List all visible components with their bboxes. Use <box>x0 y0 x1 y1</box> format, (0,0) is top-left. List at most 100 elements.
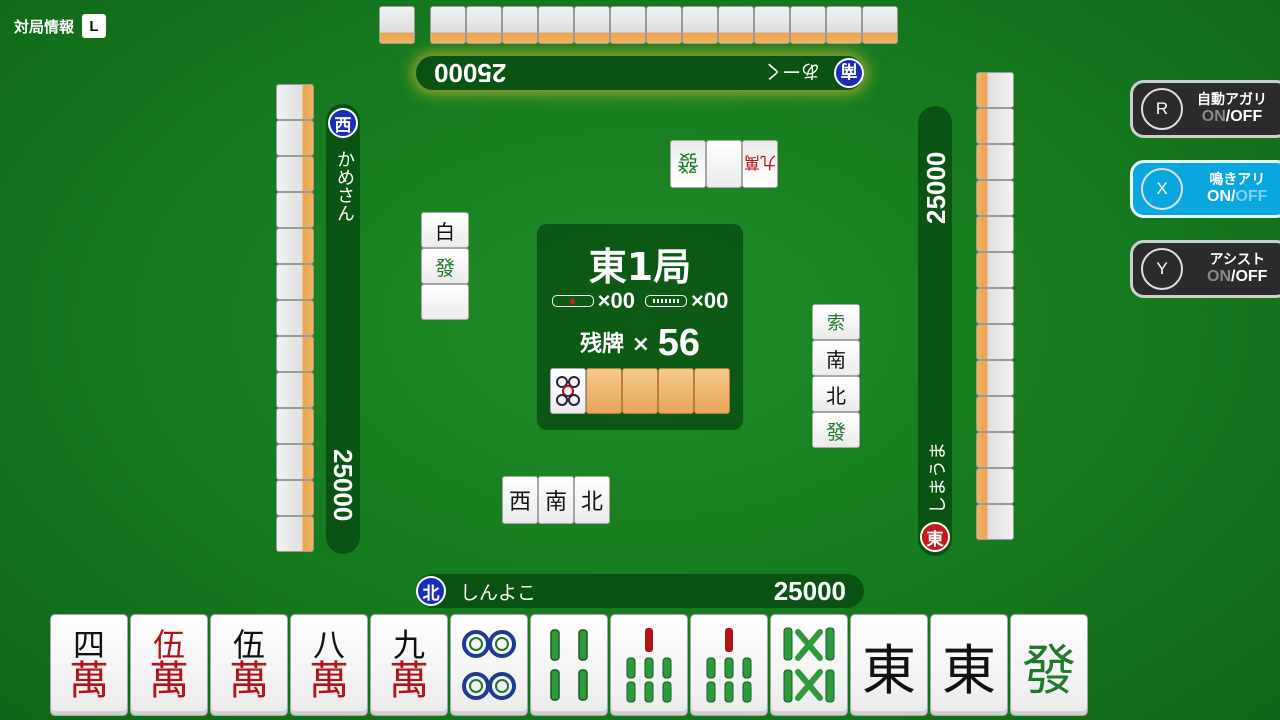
tile-back <box>276 264 314 300</box>
match-info-label: 対局情報 <box>14 17 75 36</box>
round-info-panel: 東1局 ×00 ×00 残牌 × 56 <box>537 224 743 430</box>
hand-tile-9-man[interactable]: 九萬 <box>370 614 448 716</box>
hand-tile-8-man[interactable]: 八萬 <box>290 614 368 716</box>
four-sou-icon <box>550 629 588 701</box>
assist-toggle[interactable]: Y アシスト ON/OFF <box>1130 240 1280 298</box>
dead-wall-tile-back <box>586 368 622 414</box>
call-on: ON <box>1207 187 1231 205</box>
discard-tile: 索 <box>812 304 860 340</box>
bottom-player-plate: 北 しんよこ 25000 <box>416 574 864 608</box>
tile-back <box>976 180 1014 216</box>
tile-back <box>976 396 1014 432</box>
tile-back <box>976 72 1014 108</box>
bottom-player-name: しんよこ <box>460 581 537 604</box>
right-discards: 索 南 北 發 <box>812 304 860 448</box>
hand-tile-green-dragon[interactable]: 發 <box>1010 614 1088 716</box>
discard-tile <box>421 284 469 320</box>
tile-back <box>610 6 646 44</box>
right-player-plate: 25000 しまうま 東 <box>918 106 952 556</box>
tile-back <box>276 120 314 156</box>
tile-back <box>976 252 1014 288</box>
left-player-name: かめさん <box>334 150 355 222</box>
assist-off: OFF <box>1235 267 1268 285</box>
tile-back <box>276 336 314 372</box>
hand-tile-5-man[interactable]: 伍萬 <box>210 614 288 716</box>
dead-wall <box>550 368 730 414</box>
call-off: OFF <box>1235 187 1268 205</box>
seven-sou-icon <box>626 628 672 703</box>
tile-back <box>276 156 314 192</box>
call-label: 鳴きアリ <box>1209 171 1266 188</box>
honba-count: ×00 <box>691 288 729 313</box>
tile-back <box>754 6 790 44</box>
l-key-icon: L <box>82 14 107 38</box>
hand-tile-4-sou[interactable] <box>530 614 608 716</box>
right-opponent-hand <box>976 72 1014 540</box>
remaining-count: 56 <box>657 322 701 364</box>
tile-back <box>276 444 314 480</box>
south-wind-icon: 南 <box>834 58 864 88</box>
top-player-score: 25000 <box>434 58 507 89</box>
assist-on: ON <box>1207 267 1231 285</box>
top-player-name: あーく <box>762 60 820 83</box>
tile-back <box>276 192 314 228</box>
tile-back <box>276 84 314 120</box>
north-wind-icon: 北 <box>416 576 446 606</box>
tile-back <box>976 432 1014 468</box>
hand-tile-5-man[interactable]: 伍萬 <box>130 614 208 716</box>
discard-tile: 北 <box>574 476 610 524</box>
tile-back <box>646 6 682 44</box>
bottom-discards: 西 南 北 <box>502 476 610 524</box>
tile-back <box>276 300 314 336</box>
top-discards: 發 九萬 <box>670 140 778 188</box>
tile-back <box>976 108 1014 144</box>
tile-back <box>976 288 1014 324</box>
auto-win-toggle[interactable]: R 自動アガリ ON/OFF <box>1130 80 1280 138</box>
dora-indicator-tile <box>550 368 586 414</box>
tile-back <box>276 516 314 552</box>
top-drawn-tile-back <box>379 6 415 44</box>
tile-back <box>976 504 1014 540</box>
discard-tile: 南 <box>538 476 574 524</box>
tile-back <box>430 6 466 44</box>
right-player-score: 25000 <box>921 152 951 224</box>
assist-label: アシスト <box>1209 251 1265 268</box>
auto-win-label: 自動アガリ <box>1197 91 1267 108</box>
riichi-count: ×00 <box>597 288 635 313</box>
tile-back <box>276 408 314 444</box>
tile-back <box>276 372 314 408</box>
bottom-player-score: 25000 <box>773 575 846 606</box>
tile-back <box>502 6 538 44</box>
eight-sou-icon <box>783 627 835 703</box>
right-player-text: 25000 しまうま <box>921 152 951 514</box>
hand-tile-4-pin[interactable] <box>450 614 528 716</box>
hand-tile-east[interactable]: 東 <box>850 614 928 716</box>
seven-sou-icon <box>706 628 752 703</box>
r-button-icon: R <box>1141 88 1183 130</box>
tile-back <box>718 6 754 44</box>
riichi-stick-icon <box>551 295 594 307</box>
hand-tile-4-man[interactable]: 四萬 <box>50 614 128 716</box>
right-player-name: しまうま <box>928 442 949 514</box>
discard-tile: 南 <box>812 340 860 376</box>
tile-back <box>976 144 1014 180</box>
discard-tile: 發 <box>812 412 860 448</box>
left-discards: 白 發 <box>421 212 469 320</box>
player-hand: 四萬 伍萬 伍萬 八萬 九萬 東 東 發 <box>50 614 1088 716</box>
dead-wall-tile-back <box>622 368 658 414</box>
top-opponent-hand <box>430 6 898 44</box>
five-pin-icon <box>556 376 580 406</box>
left-player-plate: 西 かめさん 25000 <box>326 104 360 554</box>
hand-tile-east[interactable]: 東 <box>930 614 1008 716</box>
call-toggle[interactable]: X 鳴きアリ ON/OFF <box>1130 160 1280 218</box>
hand-tile-8-sou[interactable] <box>770 614 848 716</box>
east-wind-icon: 東 <box>920 522 950 552</box>
hand-tile-7-sou[interactable] <box>690 614 768 716</box>
tile-back <box>574 6 610 44</box>
discard-tile <box>706 140 742 188</box>
tile-back <box>276 228 314 264</box>
match-info-button[interactable]: 対局情報 L <box>14 14 107 38</box>
y-button-icon: Y <box>1141 248 1183 290</box>
discard-tile: 九萬 <box>742 140 778 188</box>
hand-tile-7-sou[interactable] <box>610 614 688 716</box>
